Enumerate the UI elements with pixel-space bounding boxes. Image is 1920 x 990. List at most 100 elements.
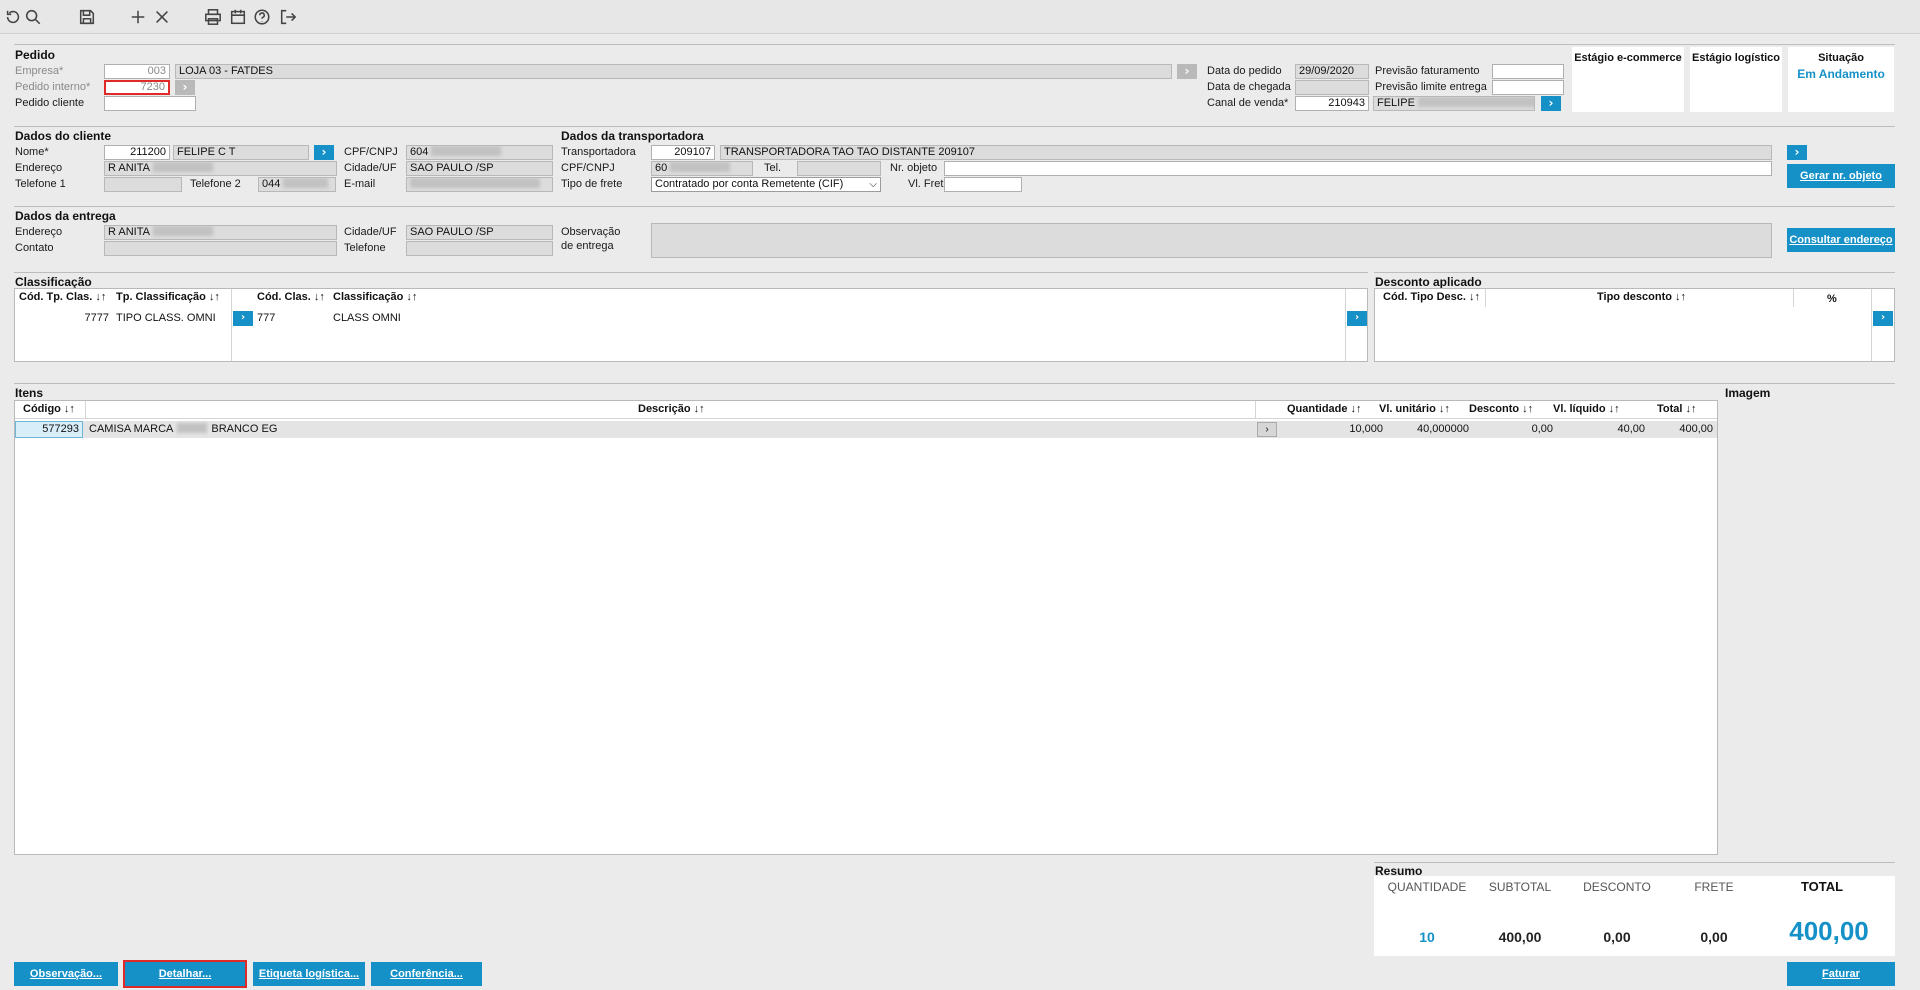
- pedido-cliente-field[interactable]: [104, 96, 196, 111]
- divider: [1374, 862, 1895, 863]
- etiqueta-logistica-button[interactable]: Etiqueta logística...: [253, 962, 365, 986]
- grid-header-desconto[interactable]: Desconto ↓↑: [1469, 403, 1533, 415]
- canal-venda-lookup-button[interactable]: ›: [1541, 96, 1561, 111]
- cliente-cidade-label: Cidade/UF: [344, 162, 397, 174]
- observacao-button[interactable]: Observação...: [14, 962, 118, 986]
- cliente-lookup-button[interactable]: ›: [314, 145, 334, 160]
- transportadora-code-field[interactable]: 209107: [651, 145, 715, 160]
- grid-header-codigo[interactable]: Código ↓↑: [23, 403, 75, 415]
- entrega-telefone-field: [406, 241, 553, 256]
- refresh-icon[interactable]: [3, 7, 23, 27]
- search-icon[interactable]: [23, 7, 43, 27]
- entrega-telefone-label: Telefone: [344, 242, 386, 254]
- grid-header-vl-unitario[interactable]: Vl. unitário ↓↑: [1379, 403, 1450, 415]
- conferencia-button[interactable]: Conferência...: [371, 962, 482, 986]
- grid-header-descricao[interactable]: Descrição ↓↑: [638, 403, 705, 415]
- item-desconto: 0,00: [1531, 423, 1553, 435]
- cliente-email-label: E-mail: [344, 178, 376, 190]
- consultar-endereco-button[interactable]: Consultar endereço: [1787, 228, 1895, 252]
- item-detail-button[interactable]: ›: [1257, 422, 1277, 437]
- pedido-interno-lookup-button[interactable]: ›: [175, 80, 195, 95]
- resumo-panel: QUANTIDADE SUBTOTAL DESCONTO FRETE TOTAL…: [1374, 876, 1895, 956]
- chevron-down-icon: ⌵: [869, 179, 877, 190]
- cliente-telefone1-field: [104, 177, 182, 192]
- item-quantidade: 10,000: [1349, 423, 1383, 435]
- calendar-icon[interactable]: [228, 7, 248, 27]
- item-vl-liquido: 40,00: [1617, 423, 1645, 435]
- classificacao-clas: CLASS OMNI: [333, 312, 401, 324]
- print-icon[interactable]: [203, 7, 223, 27]
- empresa-code-field[interactable]: 003: [104, 64, 170, 79]
- transportadora-tel-label: Tel.: [764, 162, 782, 174]
- data-pedido-field: 29/09/2020: [1295, 64, 1369, 79]
- cliente-telefone2-field: 044: [258, 177, 336, 192]
- tipo-frete-select[interactable]: Contratado por conta Remetente (CIF) ⌵: [651, 177, 881, 192]
- estagio-logistico-label: Estágio logístico: [1691, 52, 1780, 64]
- grid-header[interactable]: Classificação ↓↑: [333, 291, 417, 303]
- classificacao-row-lookup-button[interactable]: ›: [1347, 311, 1367, 326]
- previsao-limite-label: Previsão limite entrega: [1375, 81, 1487, 93]
- resumo-quantidade-label: QUANTIDADE: [1387, 880, 1467, 894]
- grid-header-total[interactable]: Total ↓↑: [1657, 403, 1697, 415]
- classificacao-grid: Cód. Tp. Clas. ↓↑ Tp. Classificação ↓↑ C…: [14, 288, 1368, 362]
- pedido-interno-label: Pedido interno*: [15, 81, 91, 93]
- vl-frete-field[interactable]: [944, 177, 1022, 192]
- divider: [14, 44, 1895, 45]
- entrega-cidade-field: SAO PAULO /SP: [406, 225, 553, 240]
- item-descricao: CAMISA MARCA BRANCO EG: [89, 423, 278, 435]
- previsao-faturamento-label: Previsão faturamento: [1375, 65, 1480, 77]
- help-icon[interactable]: [252, 7, 272, 27]
- grid-header[interactable]: Tp. Classificação ↓↑: [116, 291, 220, 303]
- cliente-telefone1-label: Telefone 1: [15, 178, 66, 190]
- faturar-button[interactable]: Faturar: [1787, 962, 1895, 986]
- save-icon[interactable]: [77, 7, 97, 27]
- cliente-nome-code-field[interactable]: 211200: [104, 145, 170, 160]
- cliente-cpf-label: CPF/CNPJ: [344, 146, 398, 158]
- resumo-frete-label: FRETE: [1694, 880, 1734, 894]
- nr-objeto-field[interactable]: [944, 161, 1772, 176]
- observacao-entrega-label-1: Observação: [561, 226, 621, 238]
- grid-header[interactable]: Cód. Tipo Desc. ↓↑: [1383, 291, 1480, 303]
- grid-header[interactable]: Cód. Clas. ↓↑: [257, 291, 325, 303]
- grid-header[interactable]: Cód. Tp. Clas. ↓↑: [19, 291, 106, 303]
- grid-header-vl-liquido[interactable]: Vl. líquido ↓↑: [1553, 403, 1620, 415]
- cliente-cpf-field: 604: [406, 145, 553, 160]
- transportadora-tel-field: [797, 161, 881, 176]
- grid-header[interactable]: Tipo desconto ↓↑: [1597, 291, 1686, 303]
- grid-header-quantidade[interactable]: Quantidade ↓↑: [1287, 403, 1362, 415]
- imagem-label: Imagem: [1725, 386, 1771, 400]
- previsao-faturamento-field[interactable]: [1492, 64, 1564, 79]
- item-vl-unitario: 40,000000: [1417, 423, 1469, 435]
- estagio-ecommerce-panel: Estágio e-commerce: [1572, 47, 1684, 112]
- situacao-label: Situação: [1818, 52, 1864, 64]
- classificacao-lookup-button[interactable]: ›: [233, 311, 253, 326]
- detalhar-button[interactable]: Detalhar...: [123, 960, 247, 988]
- column-divider: [231, 289, 232, 361]
- entrega-endereco-label: Endereço: [15, 226, 63, 238]
- add-icon[interactable]: [128, 7, 148, 27]
- resumo-total-label: TOTAL: [1800, 879, 1844, 894]
- pedido-cliente-label: Pedido cliente: [15, 97, 85, 109]
- desconto-lookup-button[interactable]: ›: [1873, 311, 1893, 326]
- table-row[interactable]: 577293 CAMISA MARCA BRANCO EG › 10,000 40…: [15, 421, 1717, 438]
- close-icon[interactable]: [152, 7, 172, 27]
- entrega-contato-field: [104, 241, 337, 256]
- resumo-subtotal-value: 400,00: [1498, 929, 1542, 945]
- desconto-title: Desconto aplicado: [1375, 275, 1482, 289]
- header-divider: [15, 418, 1717, 419]
- previsao-limite-field[interactable]: [1492, 80, 1564, 95]
- classificacao-cod: 777: [257, 312, 276, 324]
- empresa-lookup-button[interactable]: ›: [1177, 64, 1197, 79]
- resumo-subtotal-label: SUBTOTAL: [1488, 880, 1552, 894]
- data-pedido-label: Data do pedido: [1207, 65, 1282, 77]
- gerar-nr-objeto-button[interactable]: Gerar nr. objeto: [1787, 164, 1895, 188]
- tipo-frete-label: Tipo de frete: [561, 178, 623, 190]
- entrega-cidade-label: Cidade/UF: [344, 226, 397, 238]
- transportadora-lookup-button[interactable]: ›: [1787, 145, 1807, 160]
- exit-icon[interactable]: [278, 7, 298, 27]
- cliente-email-field: [406, 177, 553, 192]
- grid-header[interactable]: %: [1827, 293, 1837, 305]
- item-codigo[interactable]: 577293: [15, 421, 83, 438]
- canal-venda-code-field[interactable]: 210943: [1295, 96, 1369, 111]
- pedido-interno-field[interactable]: 7230: [104, 80, 170, 95]
